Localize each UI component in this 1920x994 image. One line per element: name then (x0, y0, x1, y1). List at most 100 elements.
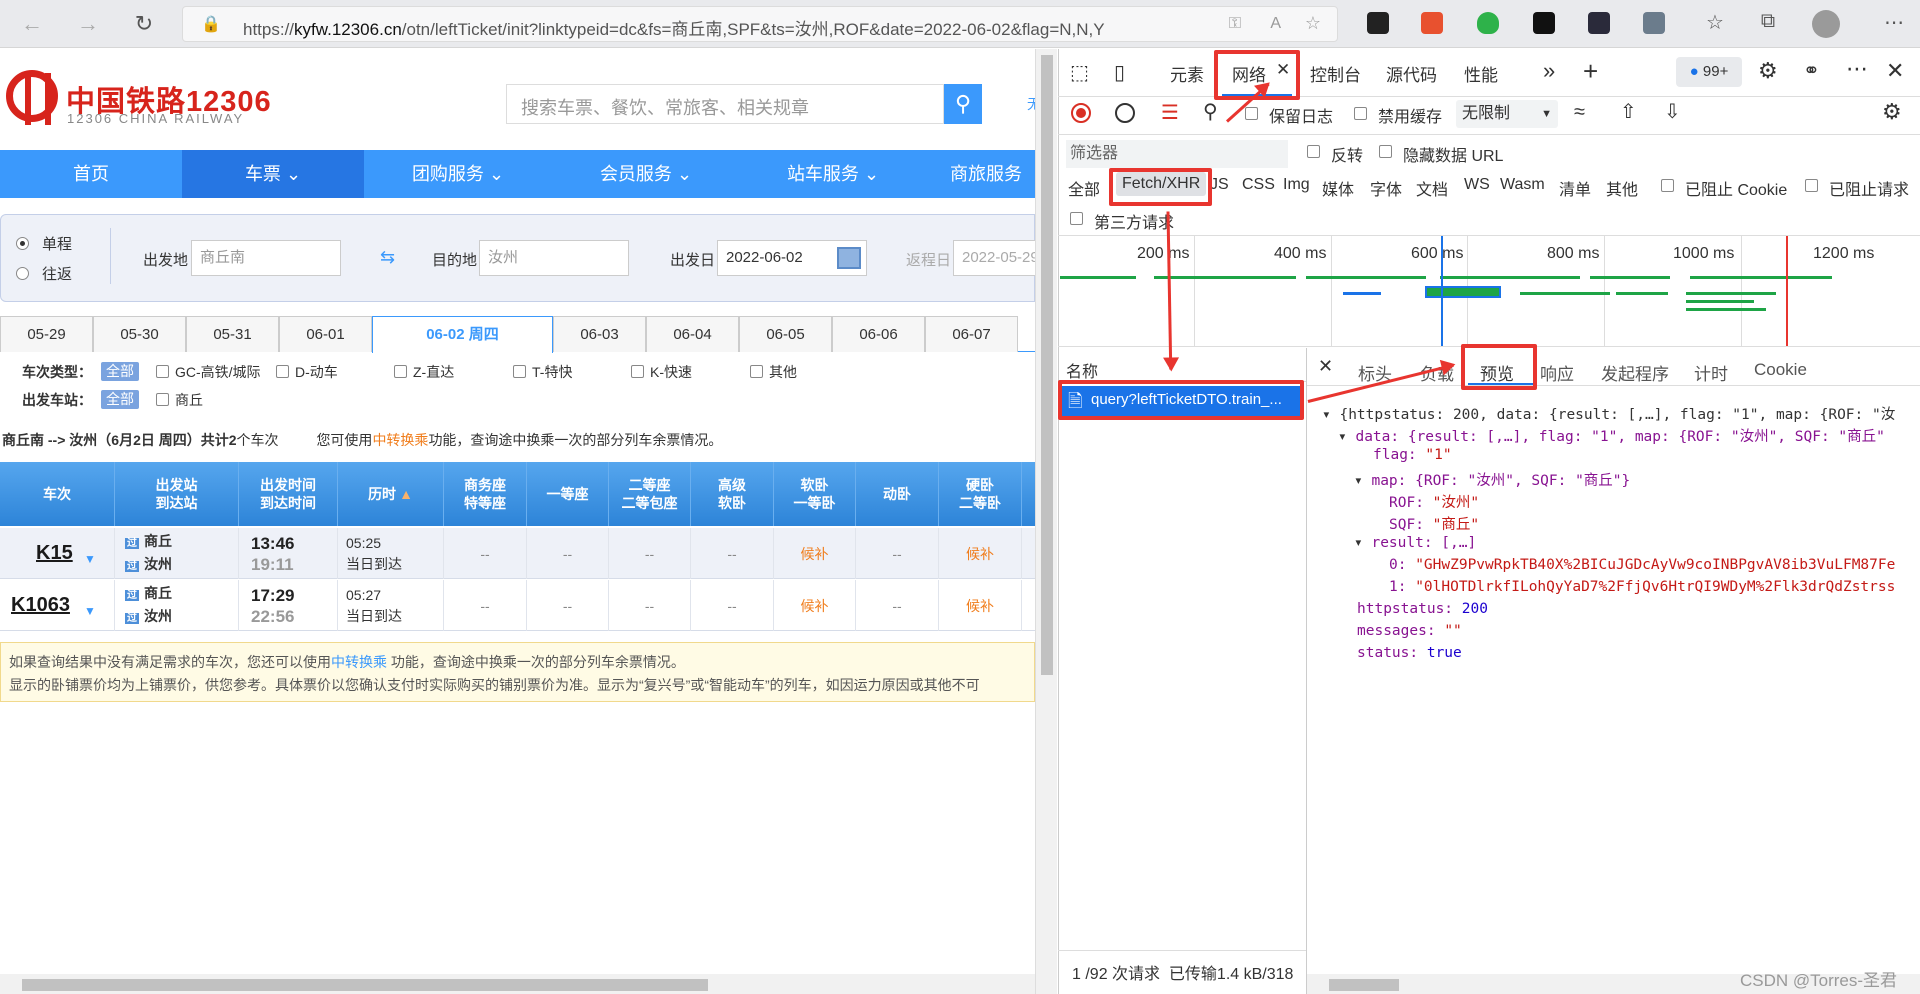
third-party-checkbox[interactable] (1070, 212, 1083, 225)
json-result-node[interactable]: ▾ result: [,…] (1354, 535, 1476, 551)
col-duration[interactable]: 历时 ▲ (338, 462, 444, 526)
calendar-icon[interactable] (837, 247, 861, 269)
type-filter-doc[interactable]: 文档 (1416, 176, 1448, 200)
station-all-button[interactable]: 全部 (101, 390, 139, 409)
seat-soft-waitlist[interactable]: 候补 (774, 580, 856, 631)
tab-response[interactable]: 响应 (1540, 360, 1574, 385)
nav-member[interactable]: 会员服务 ⌄ (552, 150, 740, 198)
date-tab[interactable]: 06-04 (646, 316, 739, 352)
site-search-input[interactable]: 搜索车票、餐饮、常旅客、相关规章 (506, 84, 944, 124)
train-number[interactable]: K1063 (0, 580, 115, 631)
extension-shield-icon[interactable] (1477, 12, 1499, 34)
return-date-input[interactable]: 2022-05-29 (953, 240, 1043, 276)
nav-station[interactable]: 站车服务 ⌄ (740, 150, 926, 198)
more-options-icon[interactable]: ⋯ (1846, 56, 1868, 82)
notice-transfer-link[interactable]: 中转换乘 (331, 654, 387, 670)
inspect-icon[interactable]: ⬚ (1070, 60, 1089, 85)
scrollbar-thumb[interactable] (1041, 55, 1053, 675)
settings-gear-icon[interactable]: ⚙ (1758, 58, 1778, 84)
clear-icon[interactable] (1115, 103, 1135, 123)
type-filter-all[interactable]: 全部 (1068, 176, 1100, 200)
hide-data-url-checkbox[interactable] (1379, 145, 1392, 158)
table-row[interactable]: K15 ▼ 过商丘 过汝州 13:46 19:11 05:25 当日到达 -- … (0, 528, 1035, 579)
railway-logo-icon[interactable] (6, 70, 58, 125)
refresh-icon[interactable]: ↻ (128, 8, 160, 40)
record-stop-icon[interactable] (1071, 103, 1091, 123)
blocked-cookie-checkbox[interactable] (1661, 179, 1674, 192)
date-tab[interactable]: 05-29 (0, 316, 93, 352)
close-detail-icon[interactable]: ✕ (1318, 356, 1333, 377)
invert-checkbox[interactable] (1307, 145, 1320, 158)
swap-icon[interactable]: ⇆ (380, 248, 402, 266)
json-map-node[interactable]: ▾ map: {ROF: "汝州", SQF: "商丘"} (1354, 469, 1630, 490)
favorites-icon[interactable]: ☆ (1701, 10, 1729, 35)
tab-timing[interactable]: 计时 (1694, 360, 1728, 385)
expand-icon[interactable]: ▼ (84, 552, 96, 566)
type-other-checkbox[interactable] (750, 365, 763, 378)
type-t-checkbox[interactable] (513, 365, 526, 378)
read-aloud-icon[interactable]: A (1270, 15, 1281, 33)
date-tab[interactable]: 06-01 (279, 316, 372, 352)
date-tab[interactable]: 05-30 (93, 316, 186, 352)
page-scrollbar-vertical[interactable] (1035, 49, 1057, 994)
connect-icon[interactable]: ⚭ (1803, 58, 1820, 83)
type-filter-css[interactable]: CSS (1242, 176, 1275, 194)
back-icon[interactable]: ← (16, 8, 48, 40)
type-filter-ws[interactable]: WS (1464, 176, 1490, 194)
import-har-icon[interactable]: ⇧ (1620, 99, 1637, 124)
search-icon[interactable]: ⚲ (1203, 99, 1218, 124)
close-devtools-icon[interactable]: ✕ (1886, 58, 1904, 84)
throttle-select[interactable]: 无限制 ▼ (1456, 100, 1558, 128)
extension-c-icon[interactable] (1421, 12, 1443, 34)
type-z-checkbox[interactable] (394, 365, 407, 378)
tab-cookies[interactable]: Cookie (1754, 360, 1807, 380)
search-icon[interactable]: ⚲ (944, 84, 982, 124)
date-tab-active[interactable]: 06-02 周四 (372, 316, 553, 353)
wifi-settings-icon[interactable]: ≈ (1574, 101, 1585, 124)
to-station-input[interactable]: 汝州 (479, 240, 629, 276)
from-station-input[interactable]: 商丘南 (191, 240, 341, 276)
type-filter-media[interactable]: 媒体 (1322, 176, 1354, 200)
address-bar[interactable]: 🔒 https://kyfw.12306.cn/otn/leftTicket/i… (182, 6, 1338, 42)
issues-badge[interactable]: ● 99+ (1676, 57, 1742, 87)
tab-elements[interactable]: 元素 (1170, 61, 1204, 86)
network-settings-gear-icon[interactable]: ⚙ (1882, 99, 1902, 125)
station-shangqiu-checkbox[interactable] (156, 393, 169, 406)
date-tab[interactable]: 06-05 (739, 316, 832, 352)
type-filter-img[interactable]: Img (1283, 176, 1310, 194)
preserve-log-checkbox[interactable] (1245, 107, 1258, 120)
filter-input[interactable]: 筛选器 (1066, 140, 1288, 168)
oneway-radio[interactable] (16, 237, 29, 250)
expand-icon[interactable]: ▼ (84, 604, 96, 618)
blocked-request-checkbox[interactable] (1805, 179, 1818, 192)
type-filter-other[interactable]: 其他 (1606, 176, 1638, 200)
transfer-link[interactable]: 中转换乘 (372, 432, 428, 448)
nav-group[interactable]: 团购服务 ⌄ (364, 150, 552, 198)
favorite-add-icon[interactable]: ☆ (1305, 13, 1321, 34)
json-root[interactable]: ▾ {httpstatus: 200, data: {result: [,…],… (1322, 403, 1895, 424)
type-k-checkbox[interactable] (631, 365, 644, 378)
type-d-checkbox[interactable] (276, 365, 289, 378)
page-scrollbar-horizontal[interactable] (0, 974, 1035, 994)
extension-x-icon[interactable] (1588, 12, 1610, 34)
tab-performance[interactable]: 性能 (1464, 61, 1498, 86)
type-all-button[interactable]: 全部 (101, 362, 139, 381)
col-time[interactable]: 出发时间 到达时间 (239, 462, 338, 526)
table-row[interactable]: K1063 ▼ 过商丘 过汝州 17:29 22:56 05:27 当日到达 -… (0, 580, 1035, 631)
date-tab[interactable]: 06-03 (553, 316, 646, 352)
seat-hard-waitlist[interactable]: 候补 (939, 580, 1022, 631)
export-har-icon[interactable]: ⇩ (1664, 99, 1681, 124)
tab-console[interactable]: 控制台 (1310, 61, 1361, 86)
extension-l-icon[interactable] (1533, 12, 1555, 34)
date-tab[interactable]: 06-06 (832, 316, 925, 352)
name-column-header[interactable]: 名称 (1066, 358, 1098, 382)
roundtrip-radio[interactable] (16, 267, 29, 280)
extension-glasses-icon[interactable] (1367, 12, 1389, 34)
key-icon[interactable]: ⚿ (1229, 15, 1241, 33)
collections-icon[interactable]: ⧉ (1754, 10, 1782, 33)
date-tab[interactable]: 05-31 (186, 316, 279, 352)
nav-business[interactable]: 商旅服务 (926, 150, 1046, 198)
seat-hard-waitlist[interactable]: 候补 (939, 528, 1022, 579)
type-filter-manifest[interactable]: 清单 (1559, 176, 1591, 200)
type-filter-wasm[interactable]: Wasm (1500, 176, 1545, 194)
